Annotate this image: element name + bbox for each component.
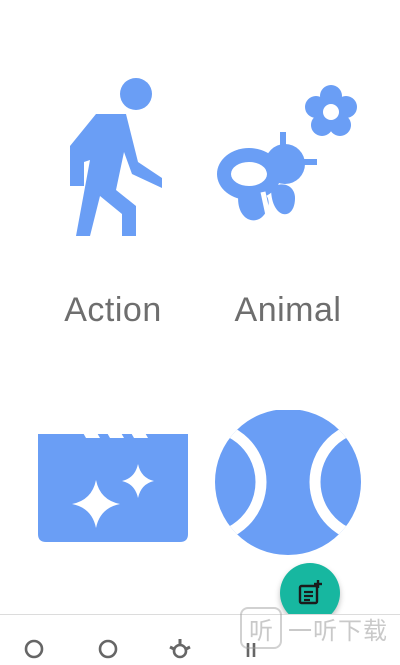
category-label: Action <box>64 291 162 329</box>
watermark-text: 一听下载 <box>288 616 388 645</box>
tennis-ball-icon <box>213 410 363 580</box>
watermark-logo: 听 <box>240 607 282 649</box>
movie-clapper-sparkle-icon <box>38 410 188 580</box>
search-icon[interactable] <box>22 637 50 659</box>
watermark: 听 一听下载 <box>240 606 388 650</box>
category-tile-movie[interactable] <box>13 340 213 640</box>
category-tile-animal[interactable]: Animal <box>188 0 388 327</box>
gear-icon[interactable] <box>166 637 194 659</box>
category-label: Animal <box>234 291 342 329</box>
person-walking-icon <box>38 70 188 240</box>
search-icon[interactable] <box>96 637 124 659</box>
category-tile-action[interactable]: Action <box>13 0 213 327</box>
add-note-icon <box>298 580 322 605</box>
bee-flower-icon <box>213 70 363 240</box>
category-grid: Action Animal <box>0 0 400 615</box>
